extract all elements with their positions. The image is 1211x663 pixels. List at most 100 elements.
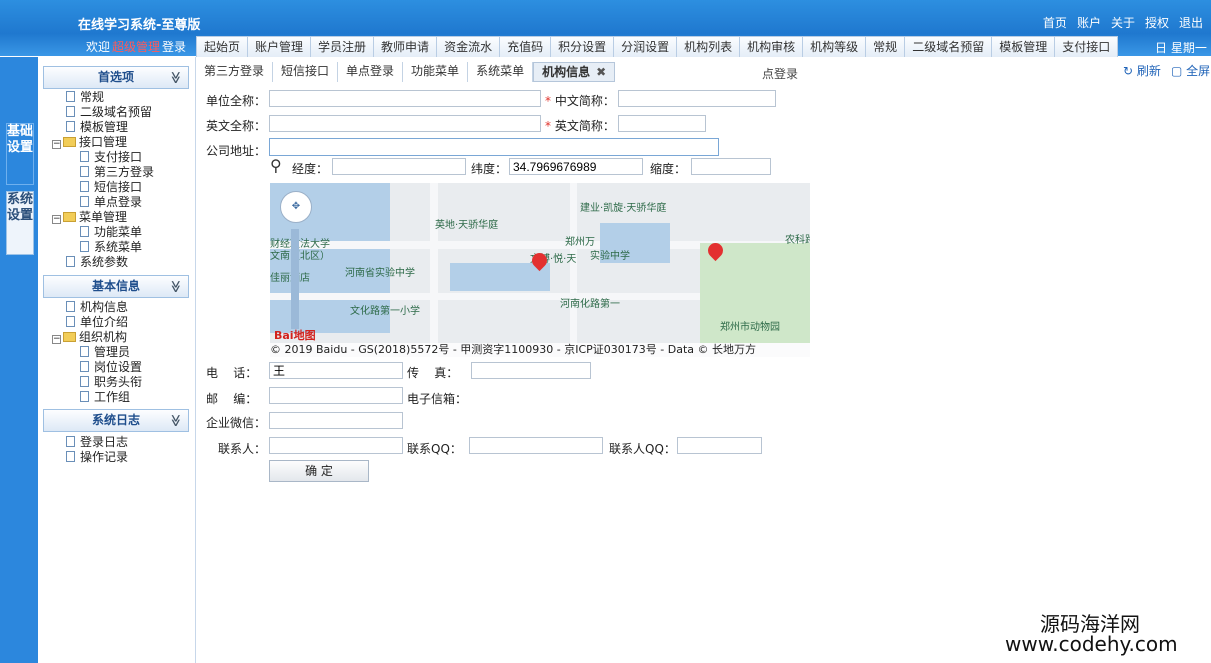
topnav-item[interactable]: 机构列表 (676, 36, 741, 57)
document-icon (66, 301, 75, 312)
sidebar-item[interactable]: 岗位设置 (80, 360, 142, 375)
header-link-account[interactable]: 账户 (1077, 14, 1101, 31)
subtab-item[interactable]: 功能菜单 (403, 62, 469, 82)
topnav-item[interactable]: 充值码 (499, 36, 552, 57)
map-logo: Bai地图 (274, 329, 316, 342)
tab-system-settings[interactable]: 系统设置 (6, 191, 34, 255)
map-pan-control-icon[interactable]: ✥ (280, 191, 312, 223)
map-road (570, 183, 577, 357)
close-icon[interactable]: ✖ (596, 65, 606, 79)
map-label: 佳丽酒店 (270, 273, 310, 284)
topnav-item[interactable]: 常规 (865, 36, 906, 57)
collapse-chevron-icon[interactable]: ≫ (165, 414, 186, 427)
tab-basic-settings[interactable]: 基础设置 (6, 123, 34, 185)
app-title: 在线学习系统-至尊版 (78, 18, 201, 33)
subtab-item[interactable]: 短信接口 (273, 62, 339, 82)
sidebar-item[interactable]: − 菜单管理 (52, 210, 127, 225)
latitude-label: 纬度： (471, 162, 508, 176)
document-icon (80, 166, 89, 177)
sidebar-item[interactable]: 短信接口 (80, 180, 142, 195)
header-link-about[interactable]: 关于 (1111, 14, 1135, 31)
latitude-input[interactable] (509, 158, 643, 175)
topnav-item[interactable]: 分润设置 (613, 36, 678, 57)
phone-input[interactable] (269, 362, 403, 379)
sidebar-item[interactable]: 功能菜单 (80, 225, 142, 240)
topnav-item[interactable]: 资金流水 (436, 36, 501, 57)
document-icon (66, 451, 75, 462)
sidebar-item[interactable]: 单位介绍 (66, 315, 128, 330)
phone-label: 电 话： (206, 366, 258, 380)
map-label: 河南化路第一 (560, 299, 620, 310)
map-view[interactable]: 英地·天骄华庭 建业·凯旋·天骄华庭 郑州万 河南省实验中学 文博·悦·天 实验… (270, 183, 810, 357)
header-link-license[interactable]: 授权 (1145, 14, 1169, 31)
topnav-item[interactable]: 账户管理 (247, 36, 312, 57)
sidebar-item-label: 系统参数 (80, 255, 129, 269)
sidebar-item[interactable]: 操作记录 (66, 450, 128, 465)
topnav-item[interactable]: 教师申请 (373, 36, 438, 57)
sidebar-item[interactable]: 职务头衔 (80, 375, 142, 390)
zoom-input[interactable] (691, 158, 771, 175)
sidebar-section-header[interactable]: 首选项 ≫ (43, 66, 189, 89)
sub-tabs: 第三方登录 短信接口 单点登录 功能菜单 系统菜单 机构信息 ✖ (196, 62, 616, 82)
contact-input[interactable] (269, 437, 403, 454)
submit-button[interactable]: 确 定 (269, 460, 369, 482)
postcode-input[interactable] (269, 387, 403, 404)
sidebar-item[interactable]: 系统菜单 (80, 240, 142, 255)
sidebar-item[interactable]: 登录日志 (66, 435, 128, 450)
collapse-chevron-icon[interactable]: ≫ (165, 71, 186, 84)
subtab-item[interactable]: 机构信息 ✖ (533, 62, 616, 82)
en-full-name-input[interactable] (269, 115, 541, 132)
address-input[interactable] (269, 138, 719, 156)
sidebar-item[interactable]: 机构信息 (66, 300, 128, 315)
header-link-logout[interactable]: 退出 (1179, 14, 1203, 31)
collapse-chevron-icon[interactable]: ≫ (165, 280, 186, 293)
topnav-item[interactable]: 支付接口 (1054, 36, 1119, 57)
en-short-input[interactable] (618, 115, 706, 132)
map-label: 河南省实验中学 (345, 268, 415, 279)
contact-qq-input[interactable] (469, 437, 603, 454)
subtab-label: 系统菜单 (476, 64, 525, 78)
sidebar-section-header[interactable]: 基本信息 ≫ (43, 275, 189, 298)
longitude-input[interactable] (332, 158, 466, 175)
en-full-name-label: 英文全称： (206, 119, 267, 133)
sidebar-item[interactable]: 工作组 (80, 390, 130, 405)
refresh-button[interactable]: ↻ 刷新 (1123, 62, 1161, 79)
sidebar-item[interactable]: 模板管理 (66, 120, 128, 135)
sidebar-item[interactable]: 第三方登录 (80, 165, 154, 180)
welcome-user[interactable]: 超级管理 (112, 40, 160, 54)
sidebar-item[interactable]: 系统参数 (66, 255, 128, 270)
header-link-home[interactable]: 首页 (1043, 14, 1067, 31)
collapse-toggle-icon[interactable]: − (52, 335, 61, 344)
sidebar-item[interactable]: 支付接口 (80, 150, 142, 165)
fax-input[interactable] (471, 362, 591, 379)
topnav-item[interactable]: 二级域名预留 (904, 36, 993, 57)
topnav-item[interactable]: 模板管理 (991, 36, 1056, 57)
map-zoom-slider[interactable] (291, 229, 299, 329)
collapse-toggle-icon[interactable]: − (52, 140, 61, 149)
contact-qq2-input[interactable] (677, 437, 762, 454)
sidebar-item[interactable]: 单点登录 (80, 195, 142, 210)
sidebar-item-label: 组织机构 (79, 330, 128, 344)
sidebar-item[interactable]: − 接口管理 (52, 135, 127, 150)
sidebar-item[interactable]: 管理员 (80, 345, 130, 360)
topnav-item[interactable]: 机构等级 (802, 36, 867, 57)
collapse-toggle-icon[interactable]: − (52, 215, 61, 224)
topnav-item[interactable]: 机构审核 (739, 36, 804, 57)
welcome-prefix: 欢迎 (86, 40, 111, 54)
org-full-name-input[interactable] (269, 90, 541, 107)
sidebar-item[interactable]: 二级域名预留 (66, 105, 152, 120)
subtab-item[interactable]: 系统菜单 (468, 62, 534, 82)
wechat-input[interactable] (269, 412, 403, 429)
sidebar-item[interactable]: 常规 (66, 90, 104, 105)
sidebar-item[interactable]: − 组织机构 (52, 330, 127, 345)
document-icon (80, 181, 89, 192)
topnav-item[interactable]: 积分设置 (550, 36, 615, 57)
fullscreen-button[interactable]: ▢ 全屏 (1171, 62, 1210, 79)
sidebar-section-header[interactable]: 系统日志 ≫ (43, 409, 189, 432)
topnav-item[interactable]: 学员注册 (310, 36, 375, 57)
contact-qq-label: 联系QQ： (407, 442, 462, 456)
cn-short-input[interactable] (618, 90, 776, 107)
subtab-item[interactable]: 第三方登录 (196, 62, 274, 82)
topnav-item[interactable]: 起始页 (196, 36, 249, 57)
subtab-item[interactable]: 单点登录 (338, 62, 404, 82)
